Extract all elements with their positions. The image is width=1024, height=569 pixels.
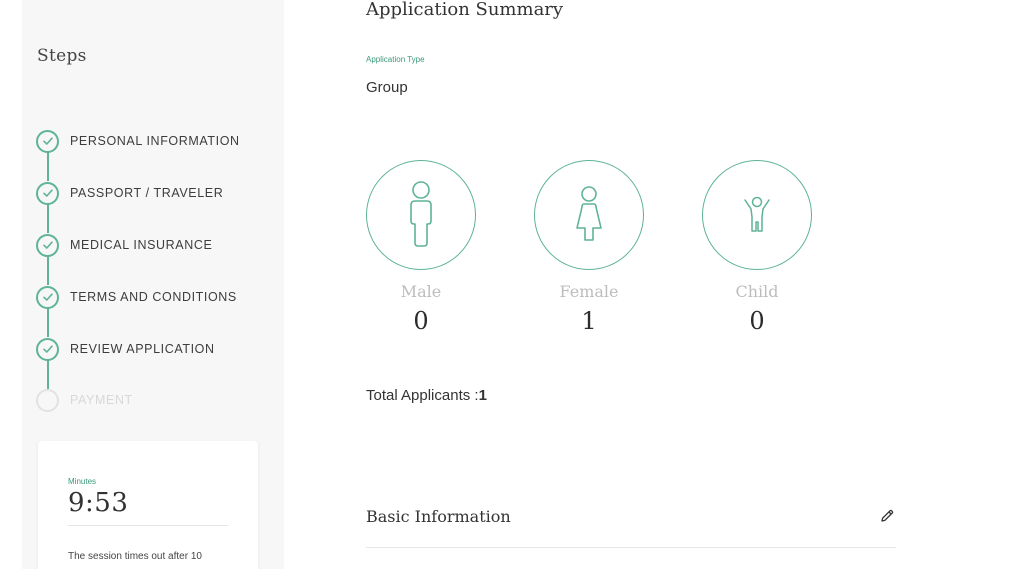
timer-note: The session times out after 10	[68, 551, 202, 562]
edit-basic-information-button[interactable]	[879, 508, 895, 524]
application-type-value: Group	[366, 79, 408, 96]
applicant-name: Child	[735, 282, 779, 301]
step-payment: PAYMENT	[36, 388, 276, 412]
step-label: REVIEW APPLICATION	[70, 342, 215, 356]
male-icon	[410, 181, 432, 247]
step-connector	[47, 308, 49, 337]
basic-information-heading: Basic Information	[366, 507, 511, 526]
applicant-count: 1	[581, 307, 597, 335]
step-review-application[interactable]: REVIEW APPLICATION	[36, 337, 276, 361]
applicant-name: Female	[559, 282, 619, 301]
step-connector	[47, 152, 49, 181]
step-label: PAYMENT	[70, 393, 133, 407]
steps-title: Steps	[37, 46, 87, 66]
applicant-count: 0	[413, 307, 429, 335]
male-avatar-circle	[366, 160, 476, 270]
step-label: TERMS AND CONDITIONS	[70, 290, 237, 304]
total-applicants: Total Applicants :1	[366, 387, 487, 404]
step-connector	[47, 360, 49, 389]
female-avatar-circle	[534, 160, 644, 270]
total-applicants-label: Total Applicants :	[366, 387, 479, 404]
pencil-icon	[881, 509, 894, 522]
step-medical-insurance[interactable]: MEDICAL INSURANCE	[36, 233, 276, 257]
step-terms-and-conditions[interactable]: TERMS AND CONDITIONS	[36, 285, 276, 309]
step-connector	[47, 256, 49, 285]
section-divider	[366, 547, 896, 548]
step-label: PASSPORT / TRAVELER	[70, 186, 224, 200]
total-applicants-value: 1	[478, 387, 487, 404]
session-timer-card: Minutes 9:53 The session times out after…	[38, 441, 258, 569]
applicant-name: Male	[400, 282, 442, 301]
check-icon	[36, 233, 59, 257]
step-personal-information[interactable]: PERSONAL INFORMATION	[36, 129, 276, 153]
page-title: Application Summary	[366, 0, 564, 20]
step-passport-traveler[interactable]: PASSPORT / TRAVELER	[36, 181, 276, 205]
empty-circle-icon	[36, 388, 59, 412]
timer-label: Minutes	[68, 477, 97, 486]
check-icon	[36, 129, 59, 153]
application-type-label: Application Type	[366, 55, 425, 64]
check-icon	[36, 337, 59, 361]
child-avatar-circle	[702, 160, 812, 270]
steps-sidebar: Steps PERSONAL INFORMATION PASSPORT / TR…	[22, 0, 284, 569]
applicant-count: 0	[749, 307, 765, 335]
applicant-child: Child 0	[702, 160, 812, 335]
timer-value: 9:53	[68, 488, 129, 518]
female-icon	[576, 186, 602, 241]
check-icon	[36, 285, 59, 309]
step-label: PERSONAL INFORMATION	[70, 134, 240, 148]
step-label: MEDICAL INSURANCE	[70, 238, 213, 252]
check-icon	[36, 181, 59, 205]
applicant-female: Female 1	[534, 160, 644, 335]
step-connector	[47, 204, 49, 233]
timer-divider	[68, 525, 228, 526]
child-icon	[744, 196, 770, 232]
applicant-male: Male 0	[366, 160, 476, 335]
